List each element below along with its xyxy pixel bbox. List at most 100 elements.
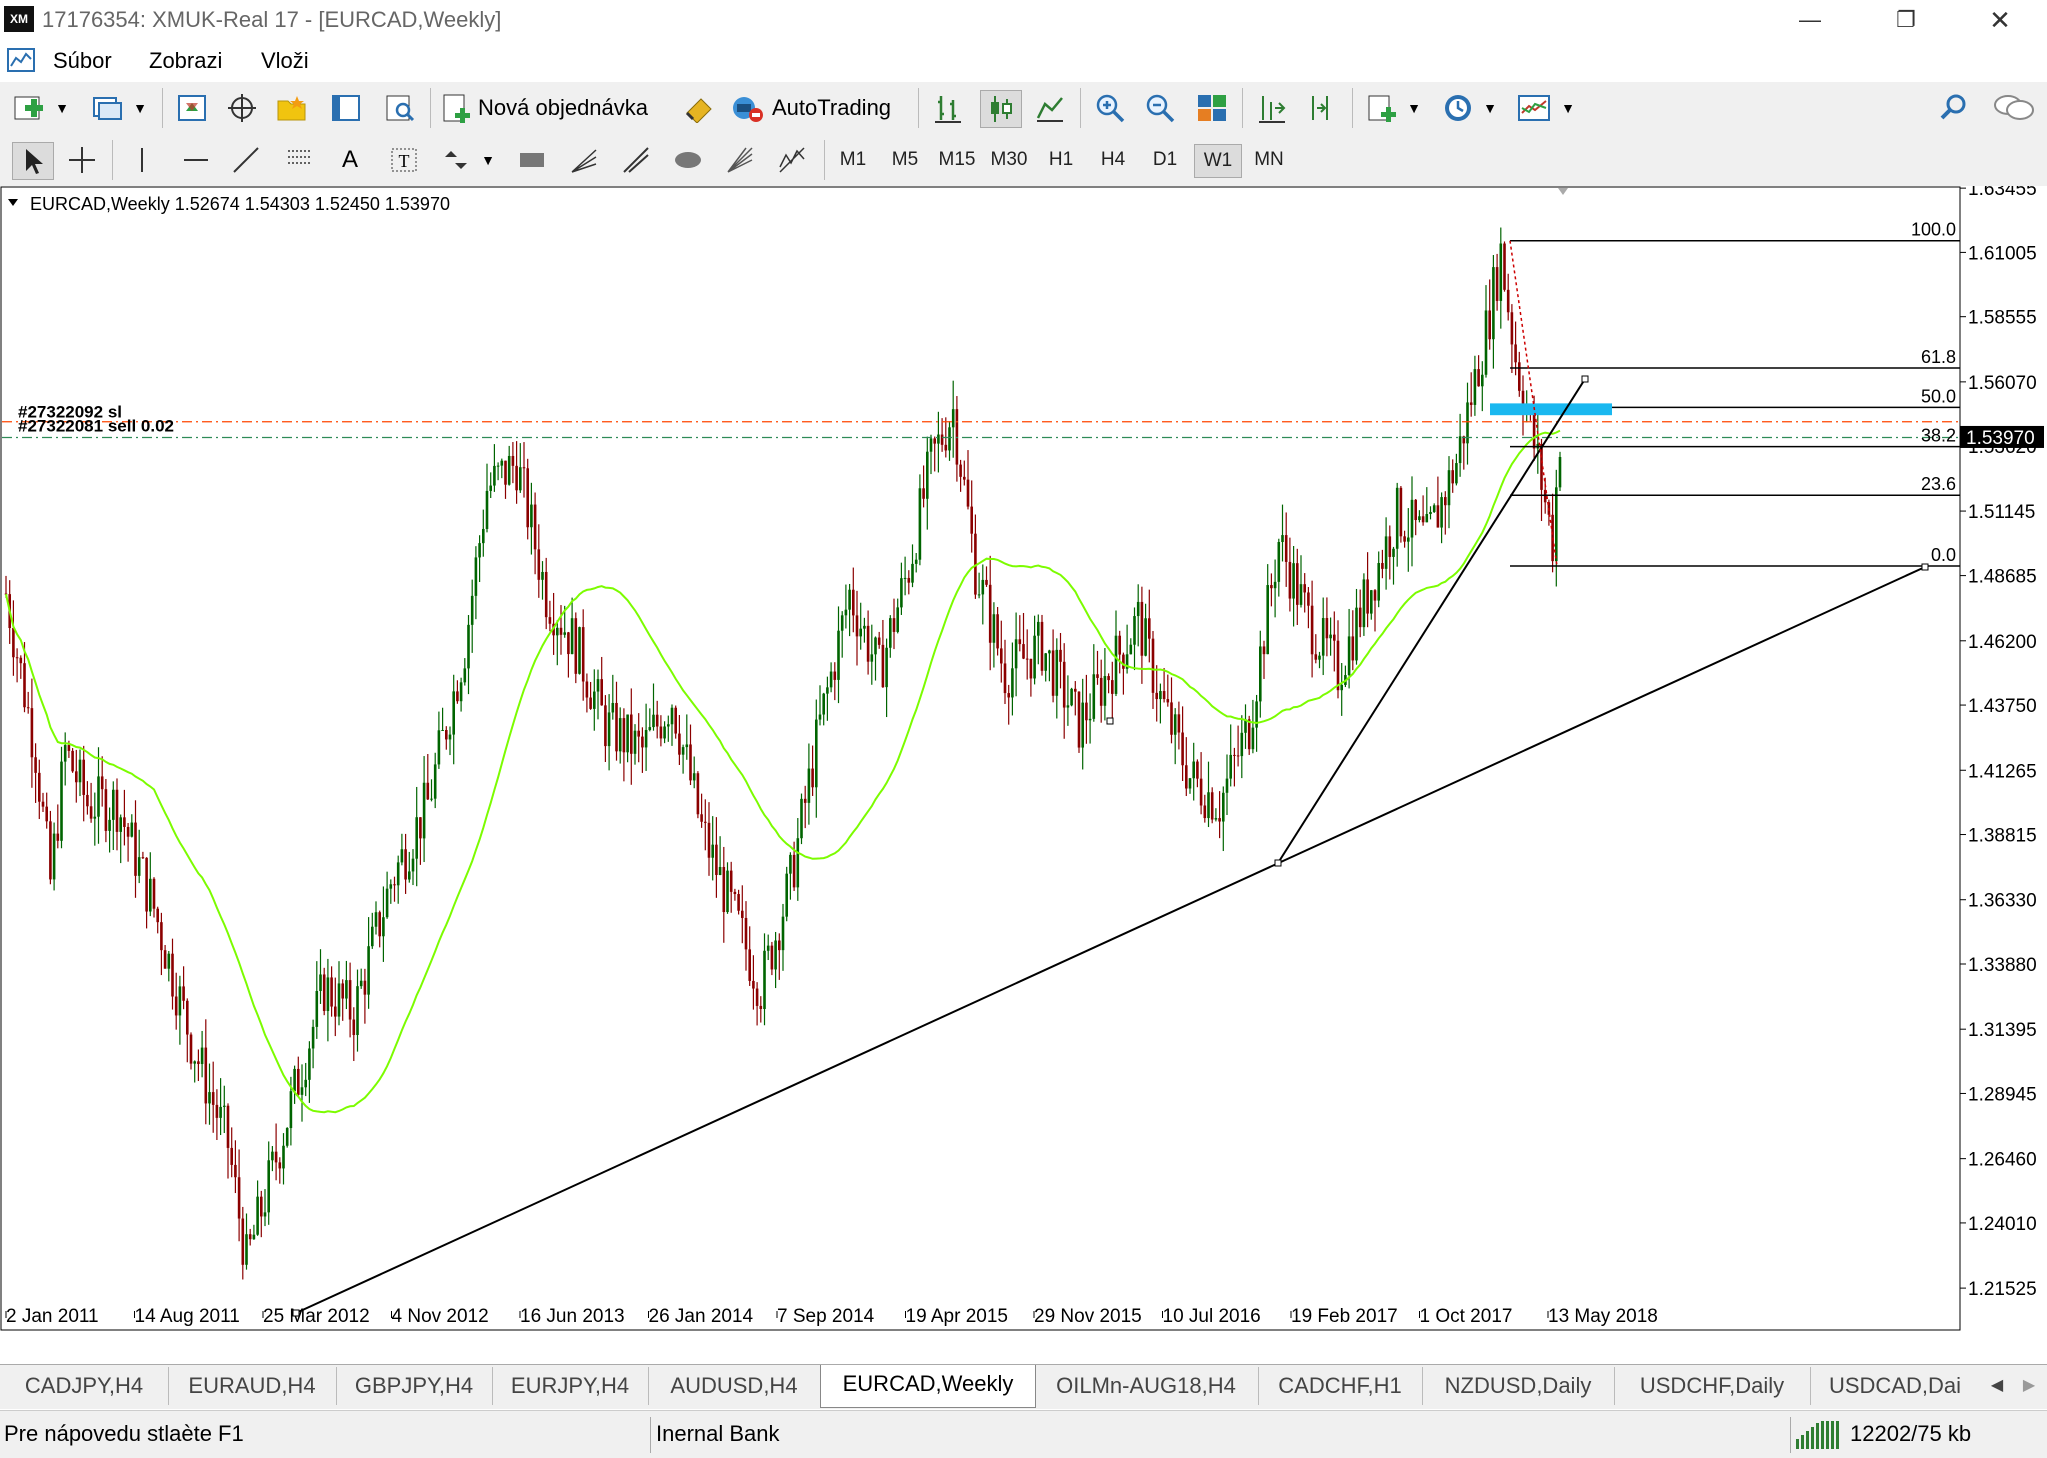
timeframe-m1[interactable]: M1 xyxy=(830,144,876,176)
candle-body xyxy=(633,730,637,754)
timeframe-h4[interactable]: H4 xyxy=(1090,144,1136,176)
text-label-icon[interactable]: T xyxy=(384,142,424,178)
timeframe-mn[interactable]: MN xyxy=(1246,144,1292,176)
tab-audusd[interactable]: AUDUSD,H4 xyxy=(648,1367,821,1405)
price-chart[interactable]: 1.634551.610051.585551.560701.536201.511… xyxy=(0,186,2047,1331)
rectangle-icon[interactable] xyxy=(512,142,552,178)
timeframe-w1[interactable]: W1 xyxy=(1194,144,1242,178)
trendline-handle xyxy=(292,1309,300,1317)
candle-body xyxy=(496,465,500,467)
candle-body xyxy=(459,682,463,702)
profiles-dropdown-icon[interactable]: ▼ xyxy=(130,90,150,126)
tab-eurcad-weekly[interactable]: EURCAD,Weekly xyxy=(820,1365,1036,1408)
candle-body xyxy=(1018,639,1022,645)
profiles-icon[interactable] xyxy=(88,90,128,126)
autotrading-button[interactable]: AutoTrading xyxy=(730,90,910,126)
chart-shift-icon[interactable] xyxy=(1252,90,1292,126)
bar-chart-icon[interactable] xyxy=(928,90,968,126)
candle-body xyxy=(1022,644,1025,659)
crosshair-navigator-icon[interactable] xyxy=(222,90,262,126)
candle-body xyxy=(541,571,544,580)
new-order-button[interactable]: Nová objednávka xyxy=(440,90,670,126)
timeframe-m5[interactable]: M5 xyxy=(882,144,928,176)
tab-scroll-left-icon[interactable]: ◀ xyxy=(1982,1367,2012,1405)
arrows-icon[interactable] xyxy=(436,142,476,178)
text-icon[interactable]: A xyxy=(330,142,370,178)
close-icon[interactable]: ✕ xyxy=(1970,0,2030,40)
menu-insert[interactable]: Vloži xyxy=(261,48,309,74)
candle-body xyxy=(304,1079,307,1088)
horizontal-line-icon[interactable] xyxy=(176,142,216,178)
tab-eurjpy[interactable]: EURJPY,H4 xyxy=(492,1367,649,1405)
new-chart-icon[interactable] xyxy=(10,90,50,126)
chat-icon[interactable] xyxy=(1990,90,2038,126)
candle-body xyxy=(160,922,163,951)
tab-usdchf[interactable]: USDCHF,Daily xyxy=(1614,1367,1811,1405)
terminal-icon[interactable] xyxy=(326,90,366,126)
candle-body xyxy=(1162,691,1166,700)
timeframe-m30[interactable]: M30 xyxy=(986,144,1032,176)
crosshair-icon[interactable] xyxy=(62,142,102,178)
tab-cadjpy[interactable]: CADJPY,H4 xyxy=(0,1367,169,1405)
fibo-fan-icon[interactable] xyxy=(564,142,604,178)
timeframe-d1[interactable]: D1 xyxy=(1142,144,1188,176)
tab-usdcad[interactable]: USDCAD,Dai xyxy=(1810,1367,1980,1405)
candle-body xyxy=(1074,688,1077,692)
arrows-dropdown-icon[interactable]: ▼ xyxy=(478,142,498,178)
periods-clock-icon[interactable] xyxy=(1438,90,1478,126)
candle-body xyxy=(1014,639,1018,669)
autoscroll-icon[interactable] xyxy=(1302,90,1342,126)
gann-fan-icon[interactable] xyxy=(720,142,760,178)
y-tick-label: 1.58555 xyxy=(1968,308,2037,329)
candle-body xyxy=(718,866,722,875)
tab-nzdusd[interactable]: NZDUSD,Daily xyxy=(1422,1367,1615,1405)
restore-icon[interactable]: ❐ xyxy=(1876,0,1936,40)
timeframe-h1[interactable]: H1 xyxy=(1038,144,1084,176)
templates-icon[interactable] xyxy=(1514,90,1554,126)
zoom-out-icon[interactable] xyxy=(1140,90,1180,126)
new-chart-dropdown-icon[interactable]: ▼ xyxy=(52,90,72,126)
chart-area[interactable]: 1.634551.610051.585551.560701.536201.511… xyxy=(0,186,2047,1331)
equidistant-channel-icon[interactable] xyxy=(280,142,320,178)
vertical-line-icon[interactable] xyxy=(122,142,162,178)
indicators-dropdown-icon[interactable]: ▼ xyxy=(1404,90,1424,126)
candle-body xyxy=(263,1212,267,1217)
cursor-arrow-icon[interactable] xyxy=(12,142,54,180)
elliott-wave-icon[interactable] xyxy=(772,142,812,178)
zoom-in-icon[interactable] xyxy=(1090,90,1130,126)
line-chart-icon[interactable] xyxy=(1030,90,1070,126)
tile-windows-icon[interactable] xyxy=(1192,90,1232,126)
metaeditor-icon[interactable] xyxy=(680,90,720,126)
candle-body xyxy=(1133,616,1136,645)
trendline-icon[interactable] xyxy=(226,142,266,178)
candle-body xyxy=(219,1106,222,1118)
ellipse-icon[interactable] xyxy=(668,142,708,178)
tab-oilmn[interactable]: OILMn-AUG18,H4 xyxy=(1034,1367,1259,1405)
candle-body xyxy=(530,504,533,528)
candle-body xyxy=(478,543,481,558)
minimize-icon[interactable]: — xyxy=(1780,0,1840,40)
candle-body xyxy=(1381,563,1384,569)
candle-body xyxy=(1481,374,1484,387)
navigator-folder-icon[interactable] xyxy=(272,90,312,126)
candle-body xyxy=(674,707,677,734)
tab-gbpjpy[interactable]: GBPJPY,H4 xyxy=(336,1367,493,1405)
market-watch-icon[interactable] xyxy=(172,90,212,126)
periods-dropdown-icon[interactable]: ▼ xyxy=(1480,90,1500,126)
strategy-tester-icon[interactable] xyxy=(380,90,420,126)
menu-file[interactable]: Súbor xyxy=(53,48,112,74)
chart-window-icon[interactable] xyxy=(6,46,36,74)
fibo-arcs-icon[interactable] xyxy=(616,142,656,178)
candlestick-chart-icon[interactable] xyxy=(980,90,1022,128)
indicators-icon[interactable] xyxy=(1362,90,1402,126)
tab-cadchf[interactable]: CADCHF,H1 xyxy=(1258,1367,1423,1405)
candle-body xyxy=(482,528,485,544)
search-icon[interactable] xyxy=(1934,90,1974,126)
timeframe-m15[interactable]: M15 xyxy=(934,144,980,176)
candle-body xyxy=(156,908,159,923)
templates-dropdown-icon[interactable]: ▼ xyxy=(1558,90,1578,126)
menu-view[interactable]: Zobrazi xyxy=(149,48,222,74)
x-tick-label: 14 Aug 2011 xyxy=(135,1306,240,1327)
tab-euraud[interactable]: EURAUD,H4 xyxy=(168,1367,337,1405)
tab-scroll-right-icon[interactable]: ▶ xyxy=(2014,1367,2044,1405)
